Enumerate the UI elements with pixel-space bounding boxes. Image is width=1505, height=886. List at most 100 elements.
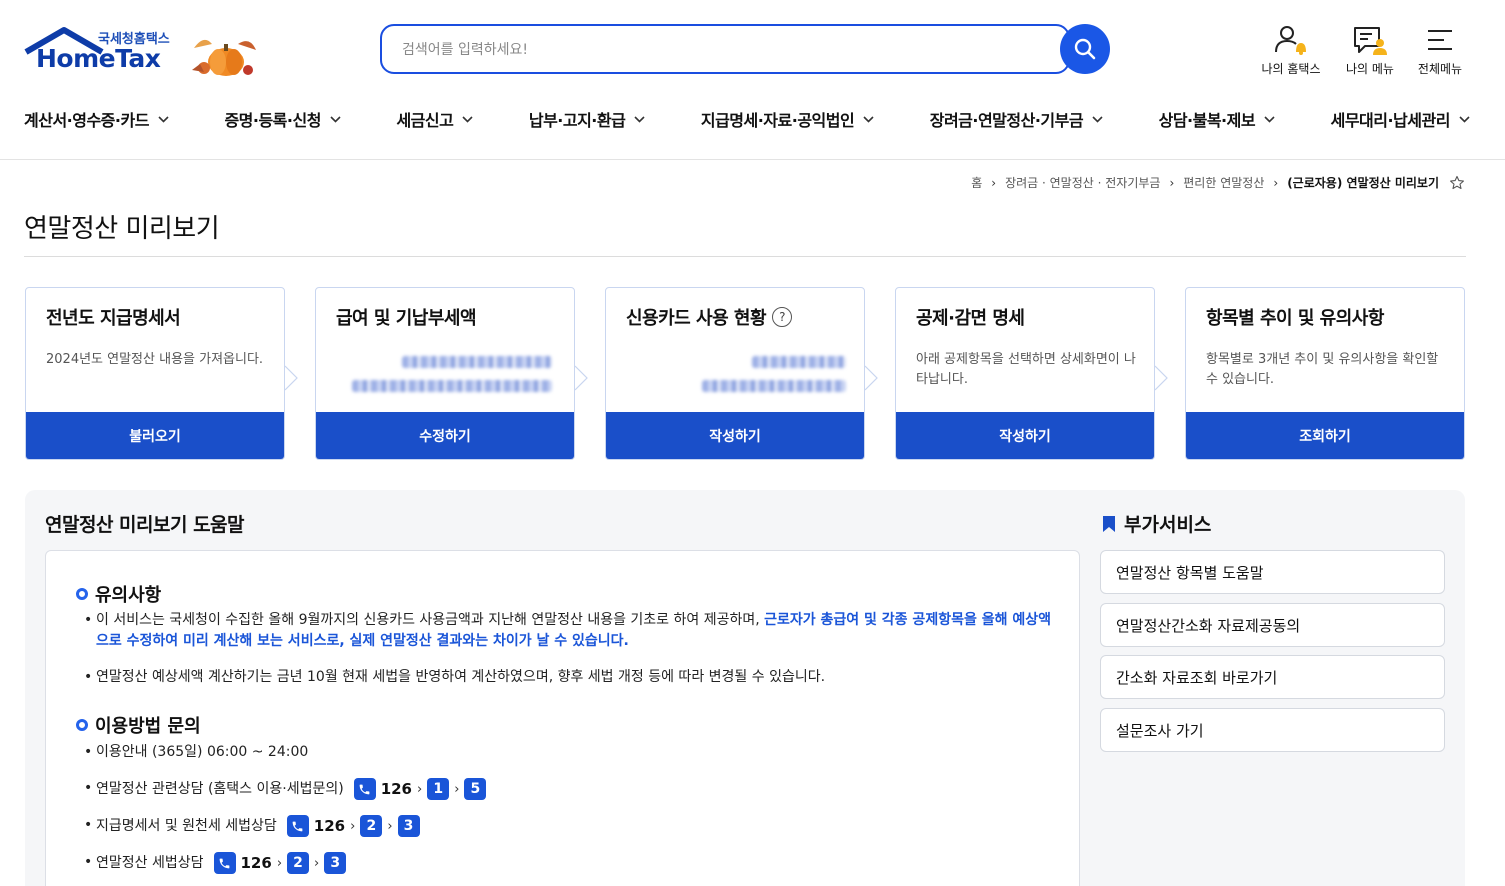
step-arrow-icon xyxy=(864,365,878,391)
my-hometax-button[interactable]: 나의 홈택스 xyxy=(1258,22,1324,77)
key-badge: 2 xyxy=(287,852,310,874)
hours-item: 이용안내 (365일) 06:00 ~ 24:00 xyxy=(84,742,308,763)
edit-button[interactable]: 수정하기 xyxy=(316,412,574,459)
arrow-separator: › xyxy=(276,855,283,871)
nav-item-payment[interactable]: 납부·고지·환급 xyxy=(529,106,645,132)
step-arrow-icon xyxy=(1154,365,1168,391)
contact-item: 연말정산 관련상담 (홈택스 이용·세법문의) 126 › 1 › 5 xyxy=(84,778,487,800)
phone-number: 126 xyxy=(240,853,272,872)
survey-link[interactable]: 설문조사 가기 xyxy=(1100,708,1445,752)
chevron-down-icon xyxy=(634,115,645,123)
nav-item-year-end[interactable]: 장려금·연말정산·기부금 xyxy=(930,106,1103,132)
key-badge: 3 xyxy=(324,852,347,874)
blurred-value xyxy=(402,356,552,368)
phone-icon xyxy=(213,852,236,874)
phone-number: 126 xyxy=(313,816,346,835)
usage-title: 이용방법 문의 xyxy=(95,716,201,737)
my-hometax-label: 나의 홈택스 xyxy=(1261,62,1321,76)
write-button[interactable]: 작성하기 xyxy=(896,412,1154,459)
blurred-value xyxy=(752,356,846,368)
extra-services-heading: 부가서비스 xyxy=(1102,510,1211,537)
card-title: 급여 및 기납부세액 xyxy=(336,308,477,329)
search-box xyxy=(380,24,1070,74)
breadcrumb-separator: › xyxy=(991,175,997,190)
write-button[interactable]: 작성하기 xyxy=(606,412,864,459)
view-button[interactable]: 조회하기 xyxy=(1186,412,1464,459)
chevron-down-icon xyxy=(1092,115,1103,123)
contact-item: 연말정산 세법상담 126 › 2 › 3 xyxy=(84,852,347,874)
nav-item-consult[interactable]: 상담·불복·제보 xyxy=(1159,106,1275,132)
chevron-down-icon xyxy=(158,115,169,123)
blurred-value xyxy=(352,380,552,392)
hamburger-menu-icon xyxy=(1428,30,1452,50)
card-credit-card: 신용카드 사용 현황? 작성하기 xyxy=(605,287,865,460)
card-trend: 항목별 추이 및 유의사항 항목별로 3개년 추이 및 유의사항을 확인할 수 … xyxy=(1185,287,1465,460)
bullet-ring-icon xyxy=(76,588,88,600)
nav-label: 세금신고 xyxy=(396,111,454,130)
nav-label: 세무대리·납세관리 xyxy=(1330,111,1451,130)
simplified-lookup-link[interactable]: 간소화 자료조회 바로가기 xyxy=(1100,655,1445,699)
nav-item-agent[interactable]: 세무대리·납세관리 xyxy=(1331,106,1470,132)
card-title: 공제·감면 명세 xyxy=(916,308,1025,329)
nav-label: 증명·등록·신청 xyxy=(224,111,321,130)
notice-text: 이 서비스는 국세청이 수집한 올해 9월까지의 신용카드 사용금액과 지난해 … xyxy=(96,612,765,628)
my-menu-label: 나의 메뉴 xyxy=(1346,62,1394,76)
chevron-down-icon xyxy=(1264,115,1275,123)
help-icon[interactable]: ? xyxy=(772,307,793,327)
nav-item-statements[interactable]: 지급명세·자료·공익법인 xyxy=(701,106,874,132)
step-cards: 전년도 지급명세서 2024년도 연말정산 내용을 가져옵니다. 불러오기 급여… xyxy=(25,287,1465,460)
blurred-value xyxy=(702,380,846,392)
load-button[interactable]: 불러오기 xyxy=(26,412,284,459)
item-help-link[interactable]: 연말정산 항목별 도움말 xyxy=(1100,550,1445,594)
arrow-separator: › xyxy=(454,781,460,797)
contact-item: 지급명세서 및 원천세 세법상담 126 › 2 › 3 xyxy=(84,815,420,837)
card-salary: 급여 및 기납부세액 수정하기 xyxy=(315,287,575,460)
card-title: 항목별 추이 및 유의사항 xyxy=(1206,308,1384,329)
notice-item: 이 서비스는 국세청이 수집한 올해 9월까지의 신용카드 사용금액과 지난해 … xyxy=(84,610,1056,652)
search-icon xyxy=(1074,38,1096,60)
all-menu-label: 전체메뉴 xyxy=(1417,62,1463,76)
key-badge: 5 xyxy=(464,778,487,800)
breadcrumb-separator: › xyxy=(1169,175,1175,190)
breadcrumb-home[interactable]: 홈 xyxy=(971,174,982,191)
phone-icon xyxy=(353,778,376,800)
card-desc: 항목별로 3개년 추이 및 유의사항을 확인할 수 있습니다. xyxy=(1206,352,1439,387)
main-nav: 계산서·영수증·카드 증명·등록·신청 세금신고 납부·고지·환급 지급명세·자… xyxy=(24,106,1470,132)
key-badge: 2 xyxy=(360,815,383,837)
bookmark-icon xyxy=(1103,515,1115,532)
menu-doc-user-icon xyxy=(1354,27,1387,55)
breadcrumb-year-end[interactable]: 장려금 · 연말정산 · 전자기부금 xyxy=(1005,174,1160,191)
simplified-consent-link[interactable]: 연말정산간소화 자료제공동의 xyxy=(1100,603,1445,647)
arrow-separator: › xyxy=(417,781,423,797)
search-button[interactable] xyxy=(1060,24,1110,74)
contact-label: 지급명세서 및 원천세 세법상담 xyxy=(96,817,277,834)
contact-label: 연말정산 관련상담 (홈택스 이용·세법문의) xyxy=(96,780,344,797)
help-box: 유의사항 이 서비스는 국세청이 수집한 올해 9월까지의 신용카드 사용금액과… xyxy=(45,550,1080,886)
logo-title: HomeTax xyxy=(36,44,161,73)
chevron-down-icon xyxy=(330,115,341,123)
extra-services-title: 부가서비스 xyxy=(1124,514,1212,536)
nav-item-invoice[interactable]: 계산서·영수증·카드 xyxy=(24,106,169,132)
breadcrumb-convenient[interactable]: 편리한 연말정산 xyxy=(1183,174,1264,191)
bullet-ring-icon xyxy=(76,719,88,731)
hometax-logo[interactable]: 국세청홈택스 HomeTax xyxy=(24,24,264,80)
page-title: 연말정산 미리보기 xyxy=(24,214,220,244)
nav-label: 납부·고지·환급 xyxy=(528,111,626,130)
my-menu-button[interactable]: 나의 메뉴 xyxy=(1340,22,1400,77)
nav-label: 계산서·영수증·카드 xyxy=(24,111,149,130)
arrow-separator: › xyxy=(350,818,356,834)
phone-number: 126 xyxy=(380,779,412,798)
arrow-separator: › xyxy=(387,818,393,834)
notice-heading: 유의사항 xyxy=(76,581,161,607)
card-title-text: 신용카드 사용 현황 xyxy=(626,308,767,329)
breadcrumb-current: (근로자용) 연말정산 미리보기 xyxy=(1287,176,1439,190)
star-icon[interactable] xyxy=(1449,175,1465,191)
all-menu-button[interactable]: 전체메뉴 xyxy=(1412,22,1468,77)
key-badge: 1 xyxy=(427,778,450,800)
search-input[interactable] xyxy=(402,38,1042,62)
notice-title: 유의사항 xyxy=(95,585,162,606)
nav-item-certificate[interactable]: 증명·등록·신청 xyxy=(224,106,341,132)
user-bell-icon xyxy=(1275,26,1306,55)
nav-item-tax-filing[interactable]: 세금신고 xyxy=(396,106,473,132)
pumpkin-icon xyxy=(192,39,256,76)
